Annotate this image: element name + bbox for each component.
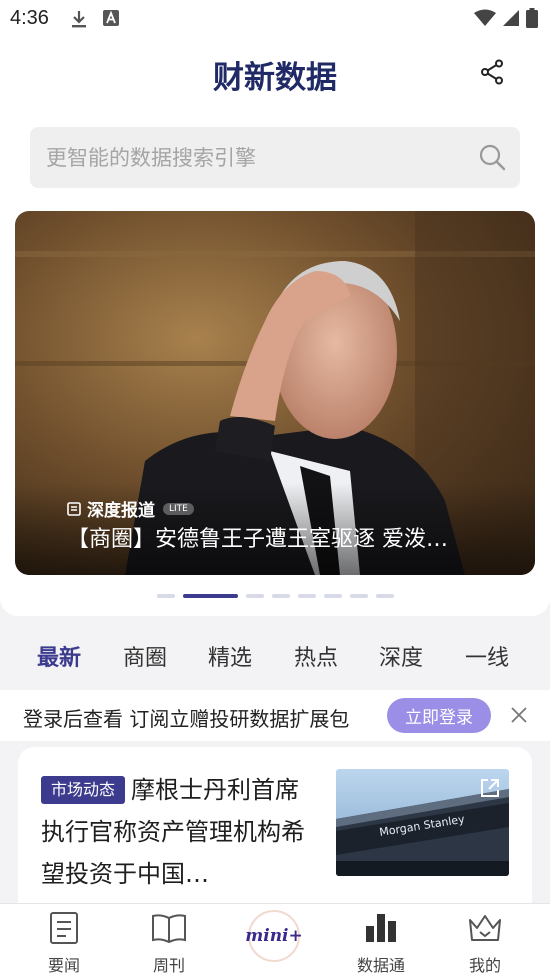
news-headline[interactable]: 市场动态 摩根士丹利首席执行官称资产管理机构希望投资于中国… xyxy=(41,769,316,895)
share-button[interactable] xyxy=(475,55,509,89)
news-thumbnail: Morgan Stanley xyxy=(336,769,509,876)
login-prompt-text: 登录后查看 订阅立赠投研数据扩展包 xyxy=(23,707,350,731)
status-system-icons xyxy=(474,8,538,28)
download-icon xyxy=(72,11,86,28)
nav-item-data[interactable]: 数据通 xyxy=(326,904,436,979)
carousel-dot[interactable] xyxy=(375,594,394,598)
status-notification-icons xyxy=(70,9,120,29)
battery-icon xyxy=(526,8,538,28)
carousel-dot[interactable] xyxy=(271,594,290,598)
status-bar: 4:36 xyxy=(0,0,550,38)
news-category-badge: 市场动态 xyxy=(41,776,126,804)
carousel-dot[interactable] xyxy=(297,594,316,598)
news-document-icon xyxy=(50,912,78,944)
font-app-icon xyxy=(103,10,119,26)
open-book-icon xyxy=(152,914,186,944)
featured-banner[interactable]: 深度报道 LITE 【商圈】安德鲁王子遭王室驱逐 爱泼… xyxy=(15,211,535,575)
carousel-dot[interactable] xyxy=(245,594,264,598)
nav-label: 数据通 xyxy=(356,956,405,975)
close-icon[interactable] xyxy=(508,704,530,726)
tab-5[interactable]: 一线 xyxy=(465,640,509,672)
nav-item-mine[interactable]: 我的 xyxy=(430,904,540,979)
login-prompt-bar: 登录后查看 订阅立赠投研数据扩展包 立即登录 xyxy=(0,690,550,741)
status-time: 4:36 xyxy=(10,7,49,29)
banner-tag: 深度报道 LITE xyxy=(67,496,194,521)
login-button[interactable]: 立即登录 xyxy=(387,698,491,733)
search-box[interactable] xyxy=(30,127,520,188)
banner-tag-label: 深度报道 xyxy=(87,501,155,521)
crown-icon xyxy=(469,915,501,941)
nav-item-weekly[interactable]: 周刊 xyxy=(114,904,224,979)
nav-label: 要闻 xyxy=(47,956,80,975)
article-icon xyxy=(67,501,81,516)
share-icon xyxy=(481,59,503,85)
nav-label: 周刊 xyxy=(152,956,185,975)
tab-4[interactable]: 深度 xyxy=(379,640,423,672)
lite-badge: LITE xyxy=(163,502,194,515)
mini-plus-logo: mini+ xyxy=(245,926,303,946)
carousel-dot[interactable] xyxy=(349,594,368,598)
bottom-navigation: 要闻 周刊 mini+ 数据通 我的 xyxy=(0,903,550,979)
nav-item-mini-plus[interactable]: mini+ xyxy=(245,910,303,962)
search-icon[interactable] xyxy=(478,143,506,171)
tab-3[interactable]: 热点 xyxy=(294,640,338,672)
top-card: 财新数据 更智能的数据搜索引擎 深度报道 LITE 【商圈】安德鲁王子遭王室驱逐… xyxy=(0,38,550,616)
wifi-icon xyxy=(474,9,496,26)
bar-chart-icon xyxy=(366,914,396,942)
app-logo: 财新数据 xyxy=(213,60,337,96)
tab-2[interactable]: 精选 xyxy=(208,640,252,672)
banner-title[interactable]: 【商圈】安德鲁王子遭王室驱逐 爱泼… xyxy=(67,521,497,553)
carousel-dot[interactable] xyxy=(182,594,238,598)
carousel-dot[interactable] xyxy=(323,594,342,598)
carousel-dot[interactable] xyxy=(156,594,175,598)
nav-label: 我的 xyxy=(468,956,501,975)
nav-item-news[interactable]: 要闻 xyxy=(9,904,119,979)
tab-0[interactable]: 最新 xyxy=(37,640,81,672)
search-input[interactable] xyxy=(46,127,466,188)
cell-signal-icon xyxy=(503,10,519,26)
external-link-icon xyxy=(481,779,499,797)
news-card[interactable]: 市场动态 摩根士丹利首席执行官称资产管理机构希望投资于中国… Morgan Sta… xyxy=(18,747,532,917)
tab-1[interactable]: 商圈 xyxy=(123,640,167,672)
category-tabs: 最新 商圈 精选 热点 深度 一线 xyxy=(0,640,550,684)
carousel-indicator xyxy=(0,594,550,598)
